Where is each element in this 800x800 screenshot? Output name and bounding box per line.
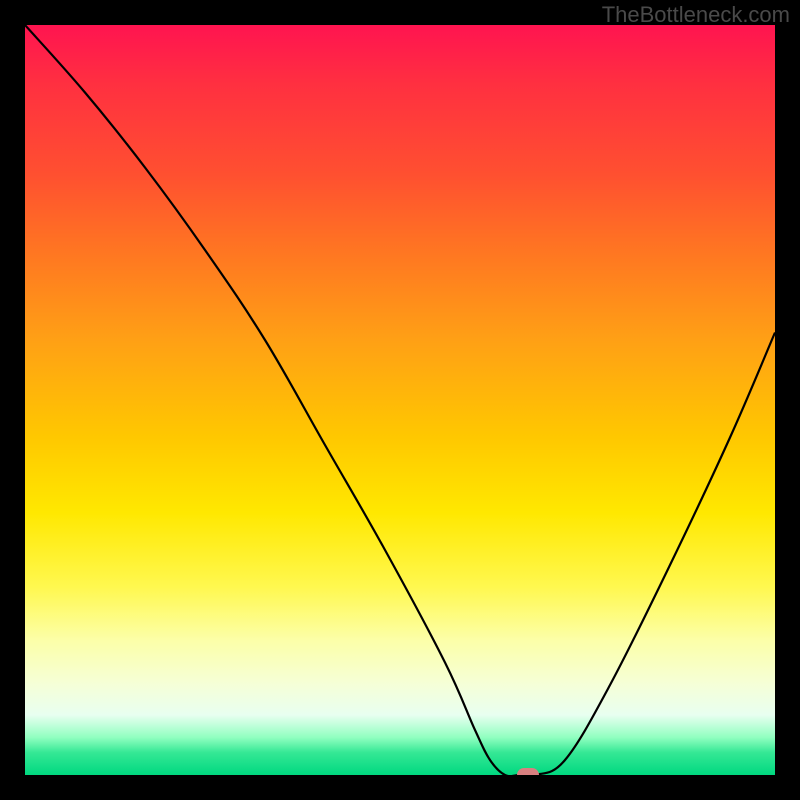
bottleneck-curve: [25, 25, 775, 775]
optimal-point-marker: [517, 768, 539, 775]
watermark-text: TheBottleneck.com: [602, 2, 790, 28]
chart-plot-area: [25, 25, 775, 775]
